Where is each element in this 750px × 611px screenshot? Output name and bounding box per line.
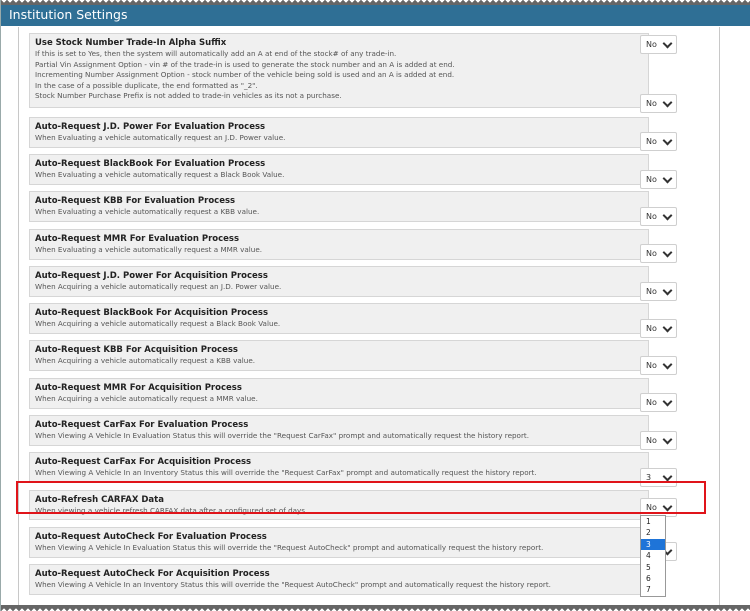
- torn-edge-bottom: [1, 605, 750, 611]
- dropdown-option[interactable]: 5: [641, 562, 665, 573]
- select-value: No: [646, 436, 657, 445]
- setting-row: Auto-Request AutoCheck For Evaluation Pr…: [29, 527, 649, 558]
- setting-row: Auto-Request KBB For Acquisition Process…: [29, 340, 649, 371]
- setting-row: Auto-Request CarFax For Acquisition Proc…: [29, 452, 649, 483]
- setting-row: Auto-Request AutoCheck For Acquisition P…: [29, 564, 649, 595]
- setting-row: Auto-Request MMR For Acquisition Process…: [29, 378, 649, 409]
- setting-row: Auto-Request BlackBook For Evaluation Pr…: [29, 154, 649, 185]
- setting-title: Auto-Request BlackBook For Acquisition P…: [35, 308, 269, 318]
- setting-title: Use Stock Number Trade-In Alpha Suffix: [35, 38, 227, 48]
- setting-select[interactable]: No: [640, 431, 677, 450]
- setting-select[interactable]: No: [640, 244, 677, 263]
- chevron-down-icon: [662, 471, 673, 482]
- select-value: No: [646, 99, 657, 108]
- setting-description: Stock Number Purchase Prefix is not adde…: [35, 91, 342, 100]
- setting-title: Auto-Request J.D. Power For Acquisition …: [35, 271, 268, 281]
- setting-description: When Acquiring a vehicle automatically r…: [35, 282, 282, 291]
- setting-description: Partial Vin Assignment Option - vin # of…: [35, 59, 455, 69]
- dropdown-option[interactable]: 7: [641, 584, 665, 595]
- setting-row: Auto-Request KBB For Evaluation Process W…: [29, 191, 649, 222]
- setting-title: Auto-Request AutoCheck For Evaluation Pr…: [35, 532, 267, 542]
- section-header: Institution Settings: [1, 5, 750, 26]
- setting-select[interactable]: No: [640, 282, 677, 301]
- setting-select[interactable]: No: [640, 319, 677, 338]
- setting-description: In the case of a possible duplicate, the…: [35, 80, 258, 90]
- dropdown-option[interactable]: 6: [641, 573, 665, 584]
- dropdown-option[interactable]: 4: [641, 550, 665, 561]
- dropdown-option[interactable]: 3: [641, 538, 665, 551]
- setting-select[interactable]: No: [640, 356, 677, 375]
- select-value: No: [646, 324, 657, 333]
- settings-list: Use Stock Number Trade-In Alpha Suffix If…: [18, 27, 720, 611]
- setting-description: When Acquiring a vehicle automatically r…: [35, 319, 281, 328]
- chevron-down-icon: [662, 322, 673, 333]
- select-value: No: [646, 287, 657, 296]
- setting-description: When Viewing A Vehicle In Evaluation Sta…: [35, 543, 544, 552]
- setting-row: Auto-Request J.D. Power For Acquisition …: [29, 266, 649, 297]
- select-value: No: [646, 361, 657, 370]
- chevron-down-icon: [662, 434, 673, 445]
- chevron-down-icon: [662, 247, 673, 258]
- dropdown-option[interactable]: 2: [641, 527, 665, 538]
- setting-title: Auto-Request CarFax For Acquisition Proc…: [35, 457, 252, 467]
- setting-description: When Evaluating a vehicle automatically …: [35, 207, 260, 216]
- setting-description: If this is set to Yes, then the system w…: [35, 49, 397, 58]
- select-value: No: [646, 137, 657, 146]
- select-value: No: [646, 40, 657, 49]
- setting-title: Auto-Request MMR For Acquisition Process: [35, 383, 242, 393]
- settings-window: Institution Settings Use Stock Number Tr…: [0, 0, 750, 611]
- setting-select[interactable]: No: [640, 207, 677, 226]
- setting-row: Auto-Request MMR For Evaluation Process W…: [29, 229, 649, 260]
- setting-row: Auto-Request CarFax For Evaluation Proce…: [29, 415, 649, 446]
- setting-title: Auto-Request CarFax For Evaluation Proce…: [35, 420, 249, 430]
- section-title: Institution Settings: [9, 7, 128, 22]
- setting-description: When Acquiring a vehicle automatically r…: [35, 394, 258, 403]
- chevron-down-icon: [662, 359, 673, 370]
- setting-select[interactable]: No: [640, 132, 677, 151]
- chevron-down-icon: [662, 210, 673, 221]
- dropdown-option[interactable]: 1: [641, 516, 665, 527]
- select-value: No: [646, 212, 657, 221]
- select-value: No: [646, 398, 657, 407]
- setting-title: Auto-Request AutoCheck For Acquisition P…: [35, 569, 270, 579]
- highlight-box: [16, 481, 706, 514]
- days-dropdown-list[interactable]: 1234567: [640, 515, 666, 597]
- chevron-down-icon: [662, 135, 673, 146]
- select-value: No: [646, 249, 657, 258]
- setting-title: Auto-Request MMR For Evaluation Process: [35, 234, 240, 244]
- setting-description: When Evaluating a vehicle automatically …: [35, 245, 263, 254]
- setting-select[interactable]: No: [640, 393, 677, 412]
- setting-row: Use Stock Number Trade-In Alpha Suffix If…: [29, 33, 649, 108]
- setting-row: Auto-Request J.D. Power For Evaluation P…: [29, 117, 649, 148]
- setting-select[interactable]: No: [640, 35, 677, 54]
- setting-description: When Evaluating a vehicle automatically …: [35, 133, 286, 142]
- chevron-down-icon: [662, 97, 673, 108]
- setting-description: When Acquiring a vehicle automatically r…: [35, 356, 256, 365]
- setting-select[interactable]: No: [640, 170, 677, 189]
- setting-description: When Viewing A Vehicle In an Inventory S…: [35, 580, 551, 589]
- chevron-down-icon: [662, 396, 673, 407]
- setting-select[interactable]: No: [640, 94, 677, 113]
- setting-row: Auto-Request BlackBook For Acquisition P…: [29, 303, 649, 334]
- chevron-down-icon: [662, 38, 673, 49]
- setting-description: When Viewing A Vehicle In an Inventory S…: [35, 468, 537, 477]
- setting-description: Incrementing Number Assignment Option - …: [35, 70, 455, 79]
- setting-description: When Evaluating a vehicle automatically …: [35, 170, 285, 179]
- setting-title: Auto-Request KBB For Acquisition Process: [35, 345, 238, 355]
- chevron-down-icon: [662, 173, 673, 184]
- setting-title: Auto-Request KBB For Evaluation Process: [35, 196, 236, 206]
- setting-title: Auto-Request BlackBook For Evaluation Pr…: [35, 159, 266, 169]
- setting-description: When Viewing A Vehicle In Evaluation Sta…: [35, 431, 530, 440]
- setting-title: Auto-Request J.D. Power For Evaluation P…: [35, 122, 266, 132]
- select-value: No: [646, 175, 657, 184]
- chevron-down-icon: [662, 285, 673, 296]
